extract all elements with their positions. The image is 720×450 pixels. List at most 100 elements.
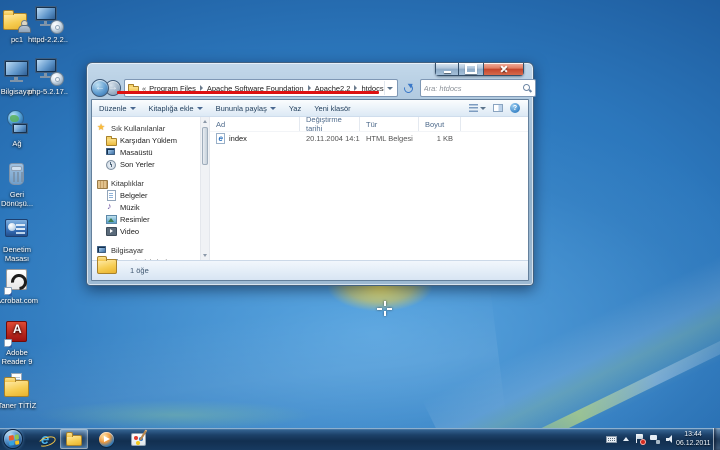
- acrobat-shortcut-icon: [1, 266, 33, 296]
- toolbar-item-share-with[interactable]: Bununla paylaş: [216, 104, 276, 113]
- network-tray-icon[interactable]: [650, 435, 660, 444]
- desktop-icon-label: Acrobat.com: [0, 297, 40, 306]
- toolbar-item-new-folder[interactable]: Yeni klasör: [314, 104, 350, 113]
- show-hidden-icons-arrow-icon[interactable]: [623, 437, 629, 441]
- volume-icon[interactable]: [666, 435, 676, 444]
- system-tray: [606, 428, 676, 450]
- desktop-icon-httpd-installer[interactable]: httpd-2.2.2..: [25, 5, 71, 45]
- help-button[interactable]: ?: [510, 103, 520, 113]
- caption-buttons: [435, 63, 524, 76]
- views-icon: [469, 104, 478, 112]
- sidebar-scrollbar[interactable]: [200, 117, 210, 260]
- alert-badge: [640, 439, 646, 445]
- libraries-icon: [97, 178, 107, 188]
- desktop-icon-user-folder[interactable]: Taner TİTİZ: [0, 371, 40, 411]
- navigation-bar: ← → « Program Files Apache Software Foun…: [91, 77, 529, 99]
- taskbar-media-player-button[interactable]: [92, 429, 120, 449]
- network-globe-icon: [1, 109, 33, 139]
- desktop-icon-label: Ağ: [0, 140, 40, 149]
- sidebar-item-documents[interactable]: Belgeler: [97, 189, 200, 201]
- column-header-size[interactable]: Boyut: [419, 117, 461, 131]
- desktop-icon-label: php-5.2.17..: [25, 88, 71, 97]
- sidebar-item-pictures[interactable]: Resimler: [97, 213, 200, 225]
- column-header-modified[interactable]: Değiştirme tarihi: [300, 117, 360, 131]
- change-view-button[interactable]: [469, 104, 486, 112]
- desktop-icon-control-panel[interactable]: Denetim Masası: [0, 215, 40, 263]
- file-row-index[interactable]: index 20.11.2004 14:16 HTML Belgesi 1 KB: [210, 132, 528, 145]
- search-input[interactable]: [424, 84, 522, 93]
- toolbar-item-organize[interactable]: Düzenle: [99, 104, 136, 113]
- paint-icon: [131, 433, 146, 446]
- taskbar-clock[interactable]: 13:44 06.12.2011: [676, 430, 710, 448]
- chevron-down-icon: [197, 107, 203, 110]
- desktop-icon-label: Adobe Reader 9: [0, 349, 40, 366]
- start-button[interactable]: [3, 429, 23, 449]
- item-count: 1 öğe: [130, 266, 149, 275]
- scrollbar-thumb[interactable]: [202, 127, 208, 165]
- explorer-folder-icon: [66, 433, 83, 446]
- file-name: index: [229, 134, 247, 143]
- scroll-down-arrow-icon[interactable]: [201, 251, 209, 260]
- taskbar-paint-button[interactable]: [124, 429, 152, 449]
- column-headers: Ad Değiştirme tarihi Tür Boyut: [210, 117, 528, 132]
- sidebar-item-videos[interactable]: Video: [97, 225, 200, 237]
- explorer-window: ← → « Program Files Apache Software Foun…: [86, 62, 534, 286]
- video-icon: [106, 226, 116, 236]
- sidebar-item-music[interactable]: Müzik: [97, 201, 200, 213]
- column-header-type[interactable]: Tür: [360, 117, 419, 131]
- control-panel-icon: [1, 215, 33, 245]
- preview-pane-button[interactable]: [493, 104, 503, 112]
- chevron-down-icon: [387, 87, 393, 90]
- shortcut-arrow-icon: [4, 287, 12, 295]
- column-header-name[interactable]: Ad: [210, 117, 300, 131]
- sidebar-section-favorites[interactable]: Sık Kullanılanlar: [97, 122, 200, 134]
- favorites-star-icon: [97, 123, 107, 133]
- toolbar-item-burn[interactable]: Yaz: [289, 104, 301, 113]
- toolbar-item-add-to-library[interactable]: Kitaplığa ekle: [149, 104, 203, 113]
- taskbar-internet-explorer-button[interactable]: e: [31, 429, 59, 449]
- desktop-icon-network[interactable]: Ağ: [0, 109, 40, 149]
- recycle-bin-icon: [1, 160, 33, 190]
- address-bar[interactable]: « Program Files Apache Software Foundati…: [124, 79, 398, 97]
- desktop-icon-acrobat-com[interactable]: Acrobat.com: [0, 266, 40, 306]
- taskbar-windows-explorer-button[interactable]: [60, 429, 88, 449]
- back-button[interactable]: ←: [91, 79, 109, 97]
- desktop: pc1 httpd-2.2.2.. Bilgisayar php-5.2.17.…: [0, 0, 720, 450]
- show-desktop-button[interactable]: [713, 428, 720, 450]
- desktop-icon-adobe-reader[interactable]: Adobe Reader 9: [0, 318, 40, 366]
- pictures-icon: [106, 214, 116, 224]
- action-center-flag-icon[interactable]: [635, 434, 644, 444]
- desktop-icon-label: Geri Dönüşü...: [0, 191, 40, 208]
- mouse-cursor: [377, 301, 392, 316]
- details-pane: 1 öğe: [92, 260, 528, 280]
- computer-icon: [97, 245, 107, 255]
- music-note-icon: [106, 202, 116, 212]
- file-type: HTML Belgesi: [360, 134, 419, 143]
- wallpaper-streak: [35, 400, 315, 430]
- internet-explorer-icon: e: [41, 432, 49, 447]
- recent-places-icon: [106, 159, 116, 169]
- documents-folder-icon: [1, 371, 33, 401]
- sidebar-section-computer[interactable]: Bilgisayar: [97, 244, 200, 256]
- file-size: 1 KB: [419, 134, 461, 143]
- media-player-icon: [99, 432, 114, 447]
- adobe-reader-shortcut-icon: [1, 318, 33, 348]
- chevron-down-icon: [480, 107, 486, 110]
- navigation-pane: Sık Kullanılanlar Karşıdan Yüklem Masaüs…: [92, 117, 200, 260]
- file-modified-date: 20.11.2004 14:16: [300, 134, 360, 143]
- chevron-down-icon: [270, 107, 276, 110]
- close-button[interactable]: [484, 63, 524, 76]
- sidebar-item-recent-places[interactable]: Son Yerler: [97, 158, 200, 170]
- minimize-button[interactable]: [435, 63, 459, 76]
- input-device-tray-icon[interactable]: [606, 436, 617, 443]
- desktop-icon-recycle-bin[interactable]: Geri Dönüşü...: [0, 160, 40, 208]
- file-list: Ad Değiştirme tarihi Tür Boyut index 20.…: [210, 117, 528, 260]
- sidebar-item-desktop[interactable]: Masaüstü: [97, 146, 200, 158]
- desktop-icon-php-installer[interactable]: php-5.2.17..: [25, 57, 71, 97]
- maximize-button[interactable]: [459, 63, 484, 76]
- scroll-up-arrow-icon[interactable]: [201, 117, 209, 126]
- address-dropdown-button[interactable]: [384, 81, 395, 95]
- sidebar-item-downloads[interactable]: Karşıdan Yüklem: [97, 134, 200, 146]
- refresh-button[interactable]: [400, 80, 416, 96]
- sidebar-section-libraries[interactable]: Kitaplıklar: [97, 177, 200, 189]
